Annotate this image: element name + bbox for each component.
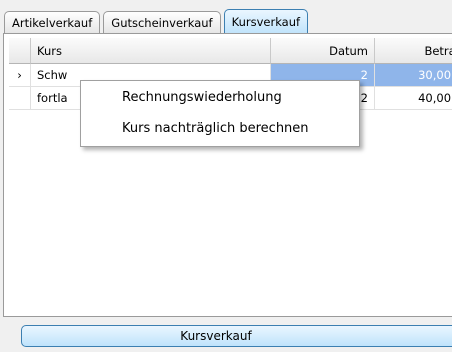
tab-artikelverkauf[interactable]: Artikelverkauf: [4, 11, 101, 33]
column-header-betrag[interactable]: Betrag: [375, 38, 452, 64]
context-menu: Rechnungswiederholung Kurs nachträglich …: [80, 80, 360, 147]
column-header-datum[interactable]: Datum: [271, 38, 375, 64]
row-indicator-header: [9, 38, 31, 64]
column-header-kurs[interactable]: Kurs: [31, 38, 271, 64]
cell-betrag[interactable]: 40,00 €: [375, 87, 452, 110]
table-header: Kurs Datum Betrag: [9, 38, 452, 64]
tab-kursverkauf[interactable]: Kursverkauf: [223, 9, 309, 34]
tab-gutscheinverkauf[interactable]: Gutscheinverkauf: [103, 11, 221, 33]
cell-betrag[interactable]: 30,00 €: [375, 64, 452, 87]
row-indicator-icon: ›: [9, 64, 31, 87]
row-indicator-icon: [9, 87, 31, 110]
tab-content-panel: Kurs Datum Betrag › Schw 2 30,00 € fortl…: [3, 33, 452, 317]
menu-item-kurs-nachtraeglich-berechnen[interactable]: Kurs nachträglich berechnen: [122, 121, 309, 136]
menu-item-rechnungswiederholung[interactable]: Rechnungswiederholung: [122, 90, 282, 105]
tab-bar: Artikelverkauf Gutscheinverkauf Kursverk…: [4, 9, 309, 35]
kursverkauf-button[interactable]: Kursverkauf: [21, 325, 452, 347]
